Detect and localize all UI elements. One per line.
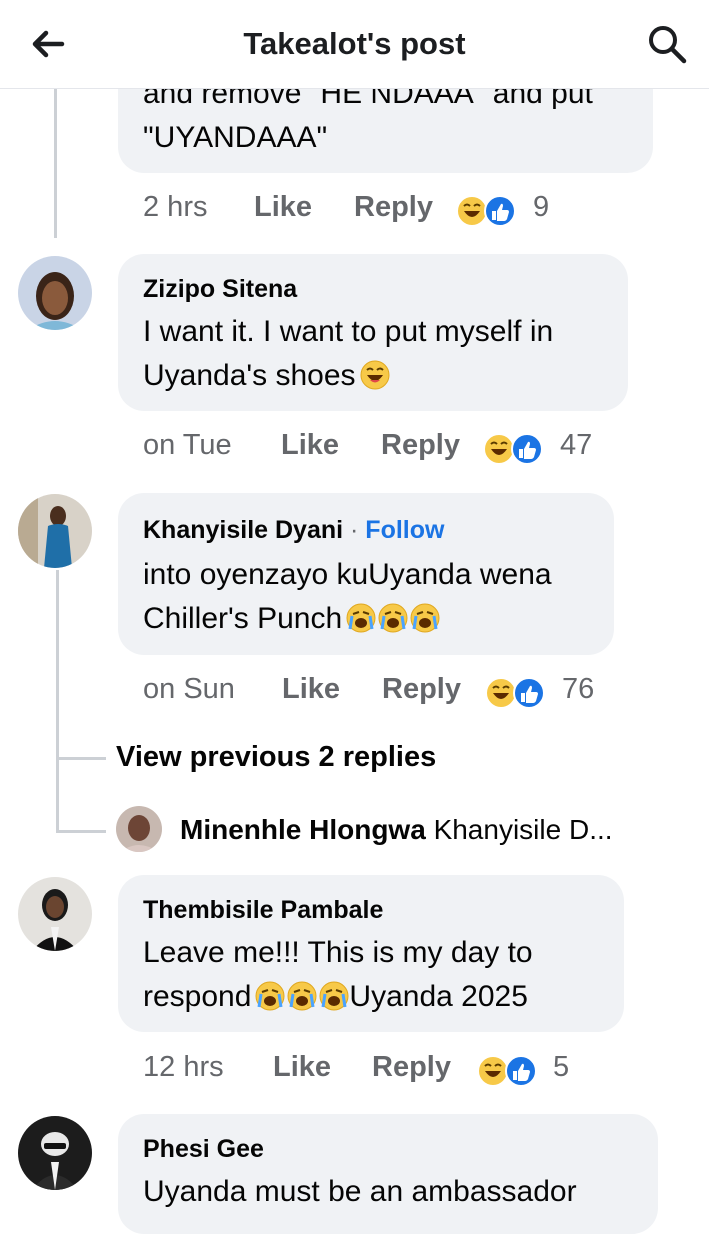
avatar[interactable] bbox=[18, 1116, 92, 1190]
reply-label: Reply bbox=[372, 1051, 451, 1083]
reaction-icons[interactable] bbox=[482, 432, 546, 466]
reply-preview[interactable]: Minenhle Hlongwa Khanyisile D... bbox=[180, 814, 613, 846]
commenter-name[interactable]: Zizipo Sitena bbox=[143, 275, 297, 304]
comment-text-line: respond bbox=[143, 980, 252, 1013]
like-button[interactable]: Like bbox=[281, 429, 339, 462]
thread-line bbox=[54, 88, 57, 238]
reaction-count: 5 bbox=[553, 1051, 570, 1083]
avatar[interactable] bbox=[18, 877, 92, 951]
comment-text-line: Uyanda's shoes bbox=[143, 359, 356, 392]
reply-button[interactable]: Reply bbox=[382, 673, 461, 706]
crying-emoji-icon bbox=[346, 603, 377, 633]
thread-line bbox=[56, 570, 59, 832]
commenter-name[interactable]: Thembisile Pambale bbox=[143, 896, 383, 925]
reply-button[interactable]: Reply bbox=[381, 429, 460, 462]
comment-text: into oyenzayo kuUyanda wena bbox=[143, 558, 552, 591]
like-label: Like bbox=[281, 429, 340, 461]
commenter-name[interactable]: Phesi Gee bbox=[143, 1135, 264, 1164]
reply-button[interactable]: Reply bbox=[372, 1051, 451, 1084]
like-button[interactable]: Like bbox=[282, 673, 340, 706]
reaction-icons[interactable] bbox=[484, 676, 548, 710]
comment-time[interactable]: 2 hrs bbox=[143, 191, 207, 224]
like-label: Like bbox=[254, 191, 313, 223]
like-label: Like bbox=[282, 673, 341, 705]
comment-text: Uyanda must be an ambassador bbox=[143, 1175, 577, 1208]
reply-label: Reply bbox=[382, 673, 461, 705]
commenter-name-text: Khanyisile Dyani bbox=[143, 516, 344, 544]
reaction-count: 9 bbox=[533, 191, 550, 223]
reply-author: Minenhle Hlongwa bbox=[180, 814, 426, 845]
view-previous-replies-link[interactable]: View previous 2 replies bbox=[116, 741, 436, 774]
crying-emoji-icon bbox=[378, 603, 409, 633]
search-button[interactable] bbox=[645, 22, 689, 66]
avatar[interactable] bbox=[18, 494, 92, 568]
reply-label: Reply bbox=[381, 429, 460, 461]
search-icon bbox=[649, 26, 687, 64]
comment-text: "UYANDAAA" bbox=[143, 121, 328, 154]
reaction-icons[interactable] bbox=[476, 1054, 540, 1088]
comment-text: Leave me!!! This is my day to bbox=[143, 936, 533, 969]
crying-emoji-icon bbox=[319, 981, 350, 1011]
comment-time[interactable]: 12 hrs bbox=[143, 1051, 224, 1084]
commenter-name[interactable]: Khanyisile Dyani · Follow bbox=[143, 516, 444, 545]
crying-emoji-icon bbox=[255, 981, 286, 1011]
page-title: Takealot's post bbox=[243, 26, 466, 61]
comment-text: Uyanda's shoes bbox=[143, 354, 390, 398]
crying-emoji-icon bbox=[410, 603, 441, 633]
reply-label: Reply bbox=[354, 191, 433, 223]
comment-time[interactable]: on Sun bbox=[143, 673, 235, 706]
separator-dot: · bbox=[343, 516, 366, 544]
comment-text-line: Chiller's Punch bbox=[143, 602, 343, 635]
follow-link[interactable]: Follow bbox=[365, 516, 444, 544]
crying-emoji-icon bbox=[287, 981, 318, 1011]
reply-snippet: Khanyisile D... bbox=[433, 814, 613, 845]
reaction-icons[interactable] bbox=[455, 194, 519, 228]
avatar[interactable] bbox=[18, 256, 92, 330]
thread-line bbox=[56, 830, 106, 833]
laughing-crying-emoji-icon bbox=[359, 360, 390, 390]
like-label: Like bbox=[273, 1051, 332, 1083]
avatar[interactable] bbox=[116, 806, 162, 852]
comment-text: Chiller's Punch bbox=[143, 597, 441, 641]
reply-button[interactable]: Reply bbox=[354, 191, 433, 224]
reaction-count: 76 bbox=[562, 673, 595, 705]
top-bar: Takealot's post bbox=[0, 0, 709, 89]
comment-text: I want it. I want to put myself in bbox=[143, 315, 554, 348]
comment-time[interactable]: on Tue bbox=[143, 429, 232, 462]
thread-line bbox=[56, 757, 106, 760]
reaction-count: 47 bbox=[560, 429, 593, 461]
comment-text: respond Uyanda 2025 bbox=[143, 975, 528, 1019]
like-button[interactable]: Like bbox=[273, 1051, 331, 1084]
comment-text-line: Uyanda 2025 bbox=[349, 980, 528, 1013]
like-button[interactable]: Like bbox=[254, 191, 312, 224]
